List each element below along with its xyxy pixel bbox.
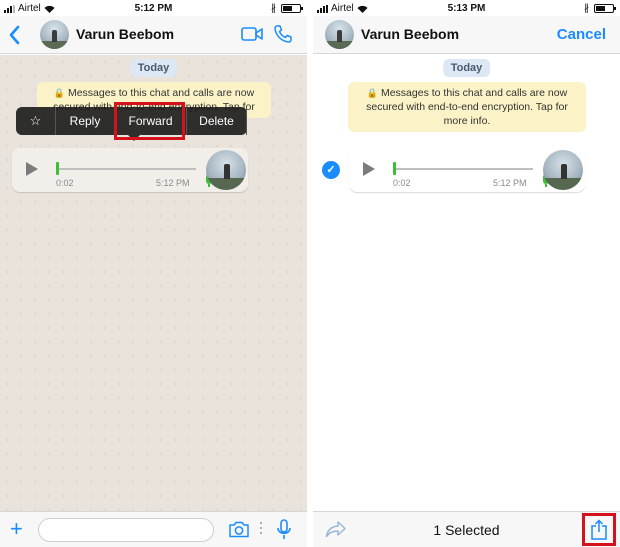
- audio-progress-track[interactable]: [393, 168, 533, 170]
- share-icon: [591, 518, 607, 540]
- separator-dots: [260, 522, 262, 536]
- status-bar: Airtel 5:13 PM ∦: [313, 0, 620, 16]
- reply-menu-item[interactable]: Reply: [56, 107, 115, 135]
- message-composer: +: [0, 511, 307, 547]
- selection-toolbar: 1 Selected: [313, 511, 620, 547]
- chat-screen-context-menu: Airtel 5:12 PM ∦ Varun Beebom Today 🔒 Me…: [0, 0, 307, 547]
- encryption-notice[interactable]: 🔒 Messages to this chat and calls are no…: [348, 82, 586, 132]
- lock-icon: 🔒: [53, 88, 66, 98]
- video-call-icon[interactable]: [241, 26, 263, 42]
- chat-header: Varun Beebom: [0, 16, 307, 54]
- encryption-notice-text: Messages to this chat and calls are now …: [366, 87, 568, 127]
- status-time: 5:13 PM: [447, 3, 486, 14]
- star-menu-item[interactable]: ☆: [16, 107, 56, 135]
- date-label: Today: [442, 59, 491, 77]
- battery-icon: [594, 4, 616, 13]
- voice-duration: 0:02: [393, 178, 411, 188]
- delete-menu-item[interactable]: Delete: [187, 107, 247, 135]
- contact-avatar[interactable]: [40, 20, 69, 49]
- sender-avatar: [543, 150, 583, 190]
- audio-progress-knob[interactable]: [393, 162, 396, 175]
- phone-icon[interactable]: [273, 24, 293, 44]
- date-label: Today: [129, 59, 178, 77]
- message-input[interactable]: [38, 518, 214, 542]
- selected-count: 1 Selected: [433, 522, 500, 538]
- voice-record-icon[interactable]: [276, 519, 292, 541]
- share-button[interactable]: [582, 513, 616, 546]
- plus-icon[interactable]: +: [10, 518, 23, 540]
- voice-duration: 0:02: [56, 178, 74, 188]
- bluetooth-icon: ∦: [584, 3, 589, 14]
- status-time: 5:12 PM: [134, 3, 173, 14]
- back-chevron-icon[interactable]: [6, 24, 24, 46]
- contact-avatar[interactable]: [325, 20, 354, 49]
- lock-icon: 🔒: [366, 88, 379, 98]
- battery-icon: [281, 4, 303, 13]
- chat-header: Varun Beebom Cancel: [313, 16, 620, 54]
- star-icon: ☆: [29, 113, 42, 128]
- voice-message-bubble[interactable]: 0:02 5:12 PM: [12, 148, 248, 192]
- checkmark-icon[interactable]: ✓: [322, 161, 340, 179]
- play-icon[interactable]: [363, 162, 375, 176]
- sender-avatar: [206, 150, 246, 190]
- camera-icon[interactable]: [228, 521, 250, 538]
- chat-area: Today 🔒 Messages to this chat and calls …: [0, 55, 307, 511]
- bluetooth-icon: ∦: [271, 3, 276, 14]
- chat-area: Today 🔒 Messages to this chat and calls …: [313, 55, 620, 511]
- audio-progress-track[interactable]: [56, 168, 196, 170]
- voice-timestamp: 5:12 PM: [156, 178, 190, 188]
- audio-progress-knob[interactable]: [56, 162, 59, 175]
- play-icon[interactable]: [26, 162, 38, 176]
- contact-name[interactable]: Varun Beebom: [76, 26, 174, 42]
- voice-timestamp: 5:12 PM: [493, 178, 527, 188]
- voice-message-bubble[interactable]: 0:02 5:12 PM: [349, 148, 585, 192]
- forward-highlight-box: [114, 102, 185, 140]
- contact-name[interactable]: Varun Beebom: [361, 26, 459, 42]
- status-bar: Airtel 5:12 PM ∦: [0, 0, 307, 16]
- chat-screen-select-mode: Airtel 5:13 PM ∦ Varun Beebom Cancel Tod…: [313, 0, 620, 547]
- cancel-button[interactable]: Cancel: [557, 26, 606, 43]
